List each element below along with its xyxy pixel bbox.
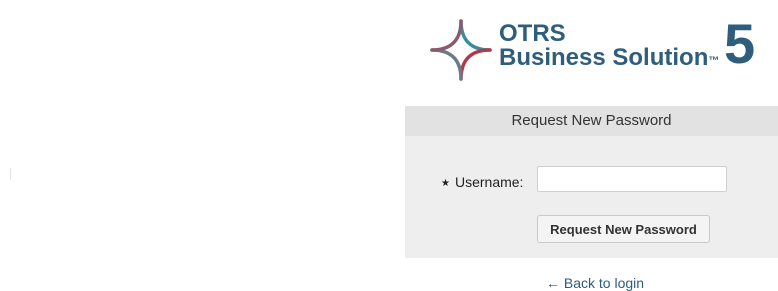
logo-line2-wrap: Business Solution™ — [499, 46, 719, 70]
logo-line1: OTRS — [499, 20, 566, 47]
logo-version: 5 — [724, 12, 756, 75]
username-input[interactable] — [537, 166, 727, 192]
page-edge-mark — [10, 168, 11, 180]
trademark-symbol: ™ — [708, 55, 720, 67]
required-star-icon: ★ — [441, 178, 450, 189]
logo-line2: Business Solution — [499, 44, 709, 71]
username-label: ★ Username: — [441, 174, 523, 190]
otrs-star-icon — [430, 19, 492, 81]
otrs-logo: OTRS Business Solution™ 5 — [428, 14, 768, 82]
password-request-panel: Request New Password ★ Username: Request … — [405, 106, 778, 258]
request-new-password-button[interactable]: Request New Password — [537, 215, 710, 243]
panel-title: Request New Password — [405, 106, 778, 136]
username-label-text: Username: — [454, 174, 524, 190]
logo-wordmark: OTRS Business Solution™ — [499, 22, 719, 70]
